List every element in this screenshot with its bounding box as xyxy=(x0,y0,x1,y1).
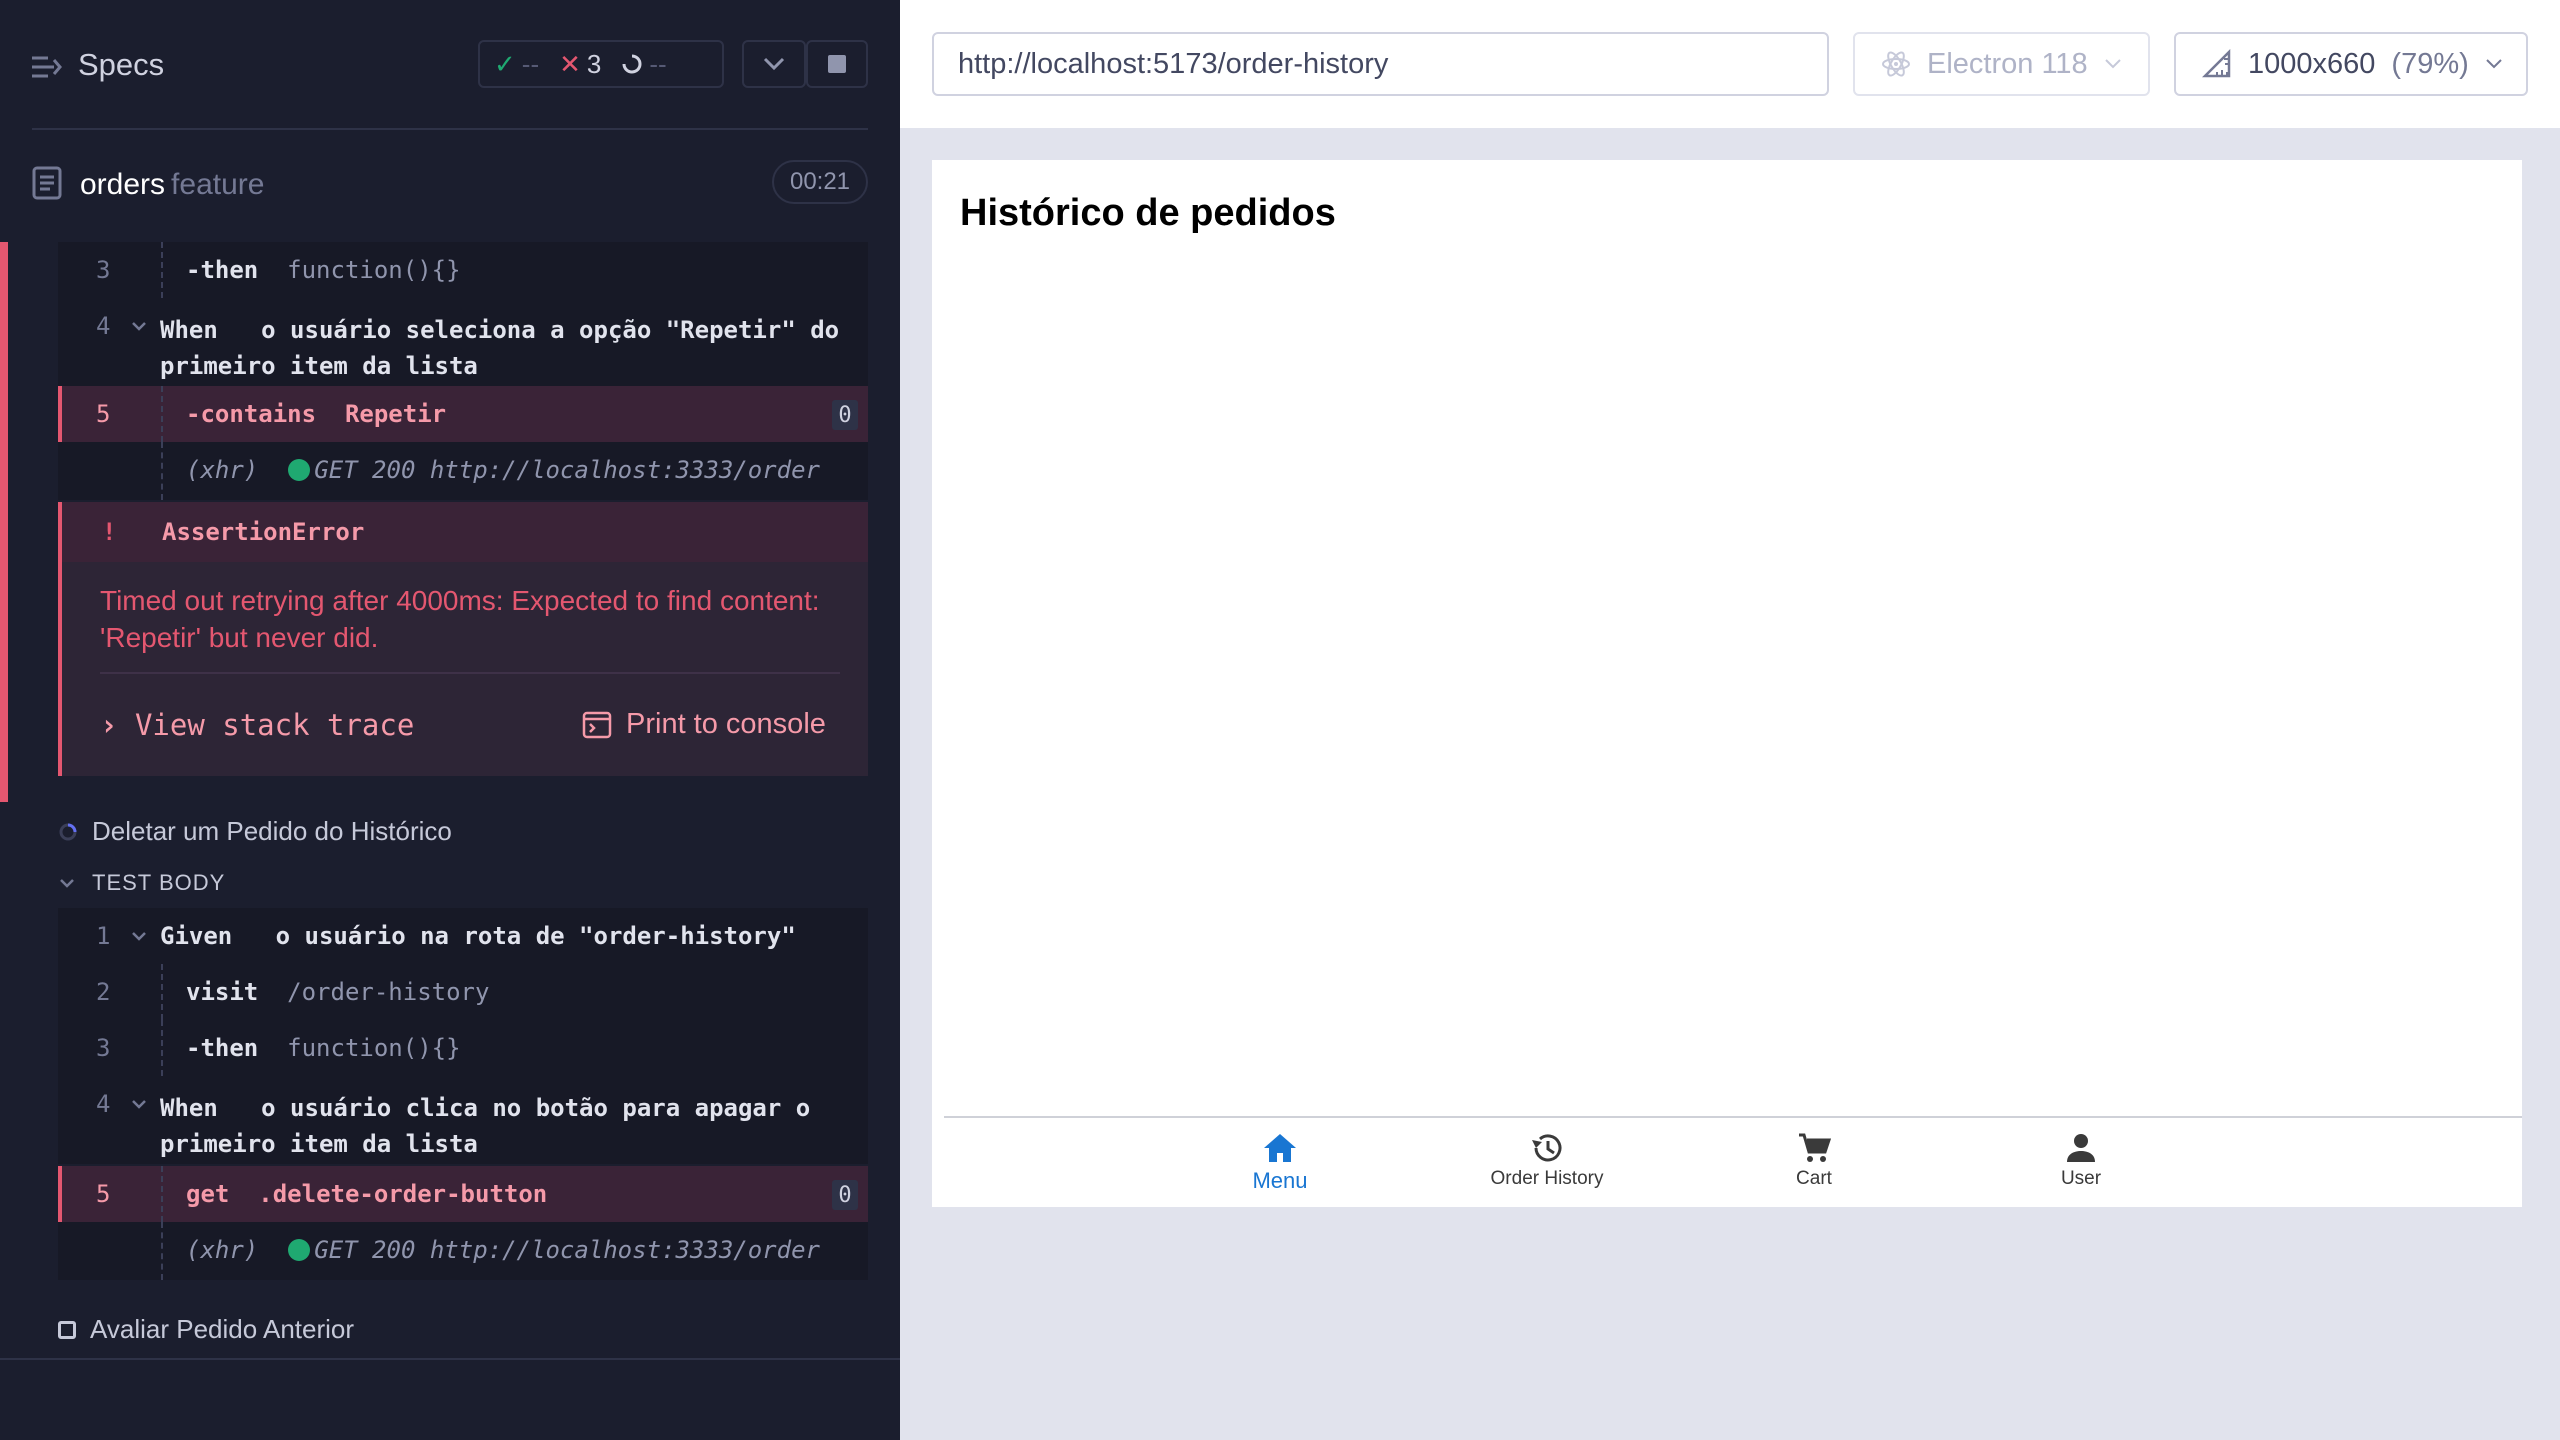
aut-toolbar: http://localhost:5173/order-history Elec… xyxy=(900,0,2560,128)
test-title-running[interactable]: Deletar um Pedido do Histórico xyxy=(58,816,452,847)
bottom-divider xyxy=(0,1358,900,1360)
viewport-ruler-icon xyxy=(2202,49,2231,78)
pending-square-icon xyxy=(58,1320,76,1339)
xhr-row[interactable]: (xhr) GET 200 http://localhost:3333/order xyxy=(58,1222,868,1280)
reporter-header: Specs ✓ -- ✕ 3 -- xyxy=(0,0,900,130)
history-icon xyxy=(1532,1134,1562,1162)
user-icon xyxy=(2067,1134,2095,1162)
xhr-row[interactable]: (xhr) GET 200 http://localhost:3333/order xyxy=(58,442,868,500)
command-indent-line xyxy=(161,442,163,500)
failed-stat: ✕ 3 xyxy=(559,48,602,79)
command-row[interactable]: 2 visit /order-history xyxy=(58,964,868,1020)
passed-stat: ✓ -- xyxy=(494,48,540,79)
failed-command-row[interactable]: 5 -contains Repetir 0 xyxy=(58,386,868,442)
stop-button[interactable] xyxy=(806,40,868,88)
chevron-down-icon[interactable] xyxy=(130,1095,148,1113)
cross-icon: ✕ xyxy=(559,48,581,79)
command-indent-line xyxy=(161,1222,163,1280)
pending-icon xyxy=(622,54,642,74)
error-icon: ! xyxy=(102,518,117,546)
stop-icon xyxy=(828,55,846,73)
failed-command-row[interactable]: 5 get .delete-order-button 0 xyxy=(58,1166,868,1222)
command-indent-line xyxy=(161,386,163,442)
error-header: ! AssertionError xyxy=(62,502,868,562)
cart-icon xyxy=(1799,1133,1831,1162)
failed-test-indicator xyxy=(0,242,8,802)
chevron-down-icon xyxy=(2104,59,2121,69)
command-row[interactable]: 3 -then function(){} xyxy=(58,1020,868,1076)
spec-name: orders feature xyxy=(80,168,265,201)
home-icon xyxy=(1264,1134,1296,1162)
electron-icon xyxy=(1882,51,1910,77)
browser-selector[interactable]: Electron 118 xyxy=(1853,32,2150,96)
command-row[interactable]: 3 -then function(){} xyxy=(58,242,868,298)
stats-bar: ✓ -- ✕ 3 -- xyxy=(478,40,724,88)
check-icon: ✓ xyxy=(494,48,516,79)
test-body-section[interactable]: TEST BODY xyxy=(58,870,225,896)
specs-title[interactable]: Specs xyxy=(78,47,164,83)
chevron-down-icon[interactable] xyxy=(130,927,148,945)
document-icon xyxy=(32,166,62,200)
header-divider xyxy=(32,128,868,130)
nav-user[interactable]: User xyxy=(2011,1132,2151,1190)
command-row[interactable]: 4 When o usuário clica no botão para apa… xyxy=(58,1076,868,1164)
error-title: AssertionError xyxy=(162,518,365,546)
url-bar[interactable]: http://localhost:5173/order-history xyxy=(932,32,1829,96)
error-divider xyxy=(100,672,840,674)
app-under-test-panel: http://localhost:5173/order-history Elec… xyxy=(900,0,2560,1440)
test-title-pending[interactable]: Avaliar Pedido Anterior xyxy=(58,1314,354,1345)
reporter-panel: Specs ✓ -- ✕ 3 -- orders feature 00:21 3… xyxy=(0,0,900,1440)
expand-all-button[interactable] xyxy=(742,40,806,88)
print-to-console-button[interactable]: Print to console xyxy=(582,708,826,741)
nav-order-history[interactable]: Order History xyxy=(1477,1132,1617,1190)
running-spinner-icon xyxy=(59,823,77,840)
app-frame: Histórico de pedidos Menu Order History … xyxy=(932,160,2522,1207)
chevron-right-icon: › xyxy=(100,708,118,742)
status-dot xyxy=(288,459,311,481)
command-indent-line xyxy=(161,242,163,298)
command-indent-line xyxy=(161,1020,163,1076)
command-indent-line xyxy=(161,1166,163,1222)
spec-duration: 00:21 xyxy=(772,160,868,204)
spec-row[interactable]: orders feature 00:21 xyxy=(0,150,900,216)
nav-menu[interactable]: Menu xyxy=(1210,1132,1350,1194)
command-indent-line xyxy=(161,964,163,1020)
chevron-down-icon xyxy=(763,57,785,71)
view-stack-trace-button[interactable]: › View stack trace xyxy=(100,708,414,742)
chevron-down-icon xyxy=(2486,59,2502,69)
page-title: Histórico de pedidos xyxy=(960,192,1336,234)
error-panel: ! AssertionError Timed out retrying afte… xyxy=(58,502,868,776)
nav-cart[interactable]: Cart xyxy=(1744,1132,1884,1190)
error-message: Timed out retrying after 4000ms: Expecte… xyxy=(100,585,820,653)
status-dot xyxy=(288,1239,311,1261)
viewport-selector[interactable]: 1000x660 (79%) xyxy=(2174,32,2528,96)
bottom-navigation: Menu Order History Cart User xyxy=(944,1116,2522,1207)
specs-toggle-icon[interactable] xyxy=(30,50,64,84)
chevron-down-icon[interactable] xyxy=(130,317,148,335)
element-count-badge: 0 xyxy=(832,400,858,430)
command-row[interactable]: 1 Given o usuário na rota de "order-hist… xyxy=(58,908,868,964)
command-row[interactable]: 4 When o usuário seleciona a opção "Repe… xyxy=(58,298,868,386)
console-icon xyxy=(582,711,612,738)
pending-stat: -- xyxy=(621,49,667,80)
element-count-badge: 0 xyxy=(832,1180,858,1210)
chevron-down-icon xyxy=(60,879,74,888)
